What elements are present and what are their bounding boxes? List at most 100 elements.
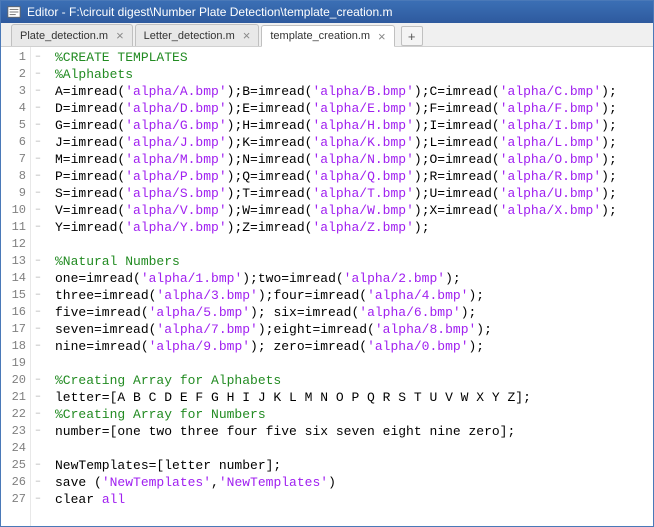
token-text: );O=imread( xyxy=(414,152,500,167)
close-icon[interactable]: × xyxy=(378,30,386,43)
line-number: 11 xyxy=(1,219,26,236)
token-text: J=imread( xyxy=(55,135,125,150)
token-text: );F=imread( xyxy=(414,101,500,116)
token-text: save ( xyxy=(55,475,102,490)
token-text: );Q=imread( xyxy=(227,169,313,184)
token-text: NewTemplates=[letter number]; xyxy=(55,458,281,473)
code-line[interactable]: %Creating Array for Alphabets xyxy=(55,372,653,389)
window-title: Editor - F:\circuit digest\Number Plate … xyxy=(27,5,392,19)
code-line[interactable]: %CREATE TEMPLATES xyxy=(55,49,653,66)
token-string: 'alpha/P.bmp' xyxy=(125,169,226,184)
token-text: ); xyxy=(601,169,617,184)
token-string: 'alpha/Y.bmp' xyxy=(125,220,226,235)
close-icon[interactable]: × xyxy=(116,29,124,42)
token-string: 'alpha/7.bmp' xyxy=(156,322,257,337)
line-number: 8 xyxy=(1,168,26,185)
tab-letter_detection-m[interactable]: Letter_detection.m× xyxy=(135,24,260,46)
code-line[interactable]: P=imread('alpha/P.bmp');Q=imread('alpha/… xyxy=(55,168,653,185)
token-text: P=imread( xyxy=(55,169,125,184)
line-number-gutter: 1234567891011121314151617181920212223242… xyxy=(1,47,31,526)
token-string: 'alpha/J.bmp' xyxy=(125,135,226,150)
code-line[interactable]: NewTemplates=[letter number]; xyxy=(55,457,653,474)
token-text: ); xyxy=(476,322,492,337)
code-line[interactable]: Y=imread('alpha/Y.bmp');Z=imread('alpha/… xyxy=(55,219,653,236)
line-number: 6 xyxy=(1,134,26,151)
fold-marker: − xyxy=(31,168,45,185)
code-line[interactable]: %Natural Numbers xyxy=(55,253,653,270)
token-string: 'alpha/Q.bmp' xyxy=(312,169,413,184)
token-text: );B=imread( xyxy=(227,84,313,99)
code-line[interactable] xyxy=(55,355,653,372)
line-number: 21 xyxy=(1,389,26,406)
window-titlebar: Editor - F:\circuit digest\Number Plate … xyxy=(1,1,653,23)
token-text: , xyxy=(211,475,219,490)
add-tab-button[interactable]: + xyxy=(401,26,423,46)
line-number: 13 xyxy=(1,253,26,270)
token-string: 'alpha/Z.bmp' xyxy=(312,220,413,235)
token-text: seven=imread( xyxy=(55,322,156,337)
code-line[interactable]: seven=imread('alpha/7.bmp');eight=imread… xyxy=(55,321,653,338)
code-line[interactable] xyxy=(55,440,653,457)
token-text: );four=imread( xyxy=(258,288,367,303)
fold-marker: − xyxy=(31,304,45,321)
line-number: 20 xyxy=(1,372,26,389)
line-number: 27 xyxy=(1,491,26,508)
token-text: );eight=imread( xyxy=(258,322,375,337)
token-text: M=imread( xyxy=(55,152,125,167)
token-string: 'alpha/1.bmp' xyxy=(141,271,242,286)
code-line[interactable]: %Alphabets xyxy=(55,66,653,83)
token-comment: %Natural Numbers xyxy=(55,254,180,269)
code-line[interactable]: D=imread('alpha/D.bmp');E=imread('alpha/… xyxy=(55,100,653,117)
line-number: 10 xyxy=(1,202,26,219)
token-text: one=imread( xyxy=(55,271,141,286)
fold-marker: − xyxy=(31,287,45,304)
code-line[interactable]: S=imread('alpha/S.bmp');T=imread('alpha/… xyxy=(55,185,653,202)
code-line[interactable]: G=imread('alpha/G.bmp');H=imread('alpha/… xyxy=(55,117,653,134)
line-number: 14 xyxy=(1,270,26,287)
code-area[interactable]: %CREATE TEMPLATES%AlphabetsA=imread('alp… xyxy=(45,47,653,526)
fold-marker: − xyxy=(31,406,45,423)
tab-label: template_creation.m xyxy=(270,30,370,42)
code-line[interactable]: nine=imread('alpha/9.bmp'); zero=imread(… xyxy=(55,338,653,355)
code-line[interactable]: %Creating Array for Numbers xyxy=(55,406,653,423)
token-text: );T=imread( xyxy=(227,186,313,201)
tab-plate_detection-m[interactable]: Plate_detection.m× xyxy=(11,24,133,46)
token-text: );X=imread( xyxy=(414,203,500,218)
code-line[interactable]: save ('NewTemplates','NewTemplates') xyxy=(55,474,653,491)
token-text: ); six=imread( xyxy=(250,305,359,320)
fold-marker: − xyxy=(31,49,45,66)
editor-icon xyxy=(7,5,21,19)
fold-marker: − xyxy=(31,202,45,219)
fold-marker: − xyxy=(31,372,45,389)
token-text: );W=imread( xyxy=(227,203,313,218)
code-line[interactable]: V=imread('alpha/V.bmp');W=imread('alpha/… xyxy=(55,202,653,219)
code-line[interactable]: J=imread('alpha/J.bmp');K=imread('alpha/… xyxy=(55,134,653,151)
code-line[interactable]: letter=[A B C D E F G H I J K L M N O P … xyxy=(55,389,653,406)
token-text: ); xyxy=(414,220,430,235)
code-line[interactable]: M=imread('alpha/M.bmp');N=imread('alpha/… xyxy=(55,151,653,168)
token-string: 'alpha/T.bmp' xyxy=(312,186,413,201)
close-icon[interactable]: × xyxy=(243,29,251,42)
token-text: );R=imread( xyxy=(414,169,500,184)
tab-template_creation-m[interactable]: template_creation.m × xyxy=(261,25,394,47)
fold-marker xyxy=(31,440,45,457)
line-number: 25 xyxy=(1,457,26,474)
token-text: ); zero=imread( xyxy=(250,339,367,354)
token-string: 'alpha/5.bmp' xyxy=(149,305,250,320)
code-line[interactable]: five=imread('alpha/5.bmp'); six=imread('… xyxy=(55,304,653,321)
code-line[interactable]: clear all xyxy=(55,491,653,508)
fold-marker xyxy=(31,236,45,253)
fold-gutter: −−−−−−−−−−−−−−−−−−−−−−−− xyxy=(31,47,45,526)
code-line[interactable]: one=imread('alpha/1.bmp');two=imread('al… xyxy=(55,270,653,287)
token-text: ); xyxy=(601,186,617,201)
fold-marker: − xyxy=(31,253,45,270)
token-text: );U=imread( xyxy=(414,186,500,201)
token-string: 'alpha/X.bmp' xyxy=(500,203,601,218)
token-text: );two=imread( xyxy=(242,271,343,286)
editor-area[interactable]: 1234567891011121314151617181920212223242… xyxy=(1,47,653,526)
code-line[interactable]: three=imread('alpha/3.bmp');four=imread(… xyxy=(55,287,653,304)
code-line[interactable]: A=imread('alpha/A.bmp');B=imread('alpha/… xyxy=(55,83,653,100)
code-line[interactable]: number=[one two three four five six seve… xyxy=(55,423,653,440)
code-line[interactable] xyxy=(55,236,653,253)
fold-marker: − xyxy=(31,83,45,100)
